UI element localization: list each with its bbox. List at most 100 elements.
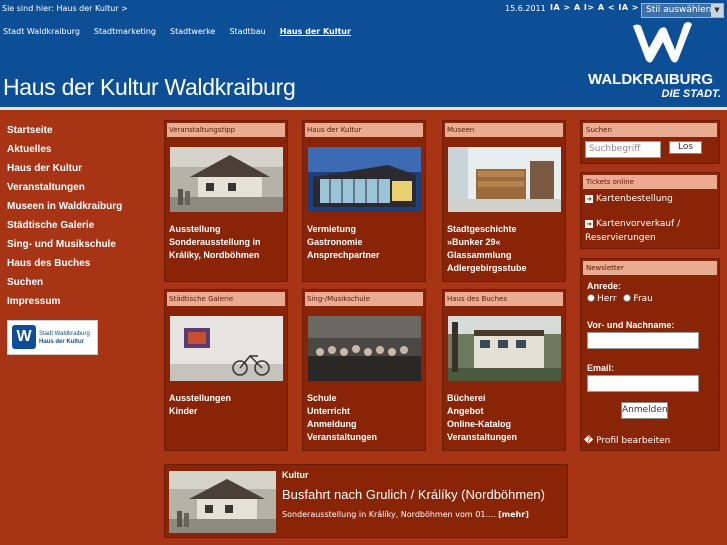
header-divider (0, 107, 727, 110)
tile-link[interactable]: Adlergebirgsstube (447, 262, 527, 275)
style-select[interactable]: Stil auswählen ▼ (641, 3, 724, 18)
search-button[interactable]: Los (669, 141, 702, 154)
choir-photo[interactable] (308, 316, 421, 381)
kartenvorverkauf-label: Kartenvorverkauf / (596, 219, 681, 229)
tile-header: Städtische Galerie (167, 292, 285, 306)
arrow-right-icon: ➜ (585, 195, 593, 203)
library-building-photo[interactable] (448, 316, 561, 381)
tile-link[interactable]: Veranstaltungen (447, 431, 517, 444)
sidebar-item-museen[interactable]: Museen in Waldkraiburg (7, 201, 157, 220)
news-more-link[interactable]: [mehr] (498, 510, 529, 519)
tile-link[interactable]: Unterricht (307, 405, 377, 418)
tile-link[interactable]: Ausstellung (169, 223, 261, 236)
news-excerpt-text: Sonderausstellung in Králíky, Nordböhmen… (282, 510, 496, 519)
tile-link[interactable]: Anmeldung (307, 418, 377, 431)
radio-frau-label: Frau (633, 294, 653, 304)
subscribe-button[interactable]: Anmelden (621, 402, 668, 419)
radio-herr[interactable] (587, 294, 595, 302)
tile-header: Museen (445, 123, 563, 137)
reservierungen-link[interactable]: Reservierungen (585, 232, 656, 245)
tile-haus-des-buches[interactable]: Haus des Buches Bücherei Angebot Online-… (442, 289, 566, 451)
tile-staedtische-galerie[interactable]: Städtische Galerie Ausstellungen Kinder (164, 289, 288, 451)
search-input[interactable]: Suchbegriff (585, 141, 661, 158)
tile-links: Stadtgeschichte »Bunker 29« Glassammlung… (447, 223, 527, 275)
logo-wordmark: WALDKRAIBURG (588, 71, 713, 88)
current-date: 15.6.2011 (505, 4, 546, 13)
tickets-box: Tickets online ➜ Kartenbestellung ➜ Karten… (580, 172, 720, 249)
sidebar-item-veranstaltungen[interactable]: Veranstaltungen (7, 182, 157, 201)
sidebar-item-aktuelles[interactable]: Aktuelles (7, 144, 157, 163)
tile-link[interactable]: Ansprechpartner (307, 249, 380, 262)
sidebar-nav: Startseite Aktuelles Haus der Kultur Ver… (7, 125, 157, 315)
sidebar-item-suchen[interactable]: Suchen (7, 277, 157, 296)
kartenbestellung-label: Kartenbestellung (596, 194, 673, 204)
tile-links: Ausstellungen Kinder (169, 392, 231, 418)
tile-links: Vermietung Gastronomie Ansprechpartner (307, 223, 380, 262)
news-farmhouse-photo[interactable] (169, 471, 276, 533)
haus-der-kultur-logo[interactable]: W Stadt Waldkraiburg Haus der Kultur (7, 320, 98, 355)
site-header: Sie sind hier: Haus der Kultur > 15.6.20… (0, 0, 727, 107)
search-header: Suchen (583, 123, 717, 137)
newsletter-header: Newsletter (583, 261, 717, 275)
tile-link[interactable]: Ausstellungen (169, 392, 231, 405)
tile-musikschule[interactable]: Sing-/Musikschule Schule Unterricht Anme… (302, 289, 426, 451)
newsletter-box: Newsletter Anrede: Herr Frau Vor- und Na… (580, 258, 720, 451)
news-category: Kultur (282, 470, 309, 480)
tile-link[interactable]: Králíky, Nordböhmen (169, 249, 261, 262)
sidebar-item-galerie[interactable]: Städtische Galerie (7, 220, 157, 239)
tile-link[interactable]: Stadtgeschichte (447, 223, 527, 236)
salutation-label: Anrede: (587, 281, 622, 291)
email-field[interactable] (587, 375, 699, 392)
kartenbestellung-link[interactable]: ➜ Kartenbestellung (585, 193, 673, 206)
tile-link[interactable]: Bücherei (447, 392, 517, 405)
topnav-stadtmarketing[interactable]: Stadtmarketing (94, 27, 156, 36)
tickets-header: Tickets online (583, 175, 717, 189)
side-logo-line1: Stadt Waldkraiburg (39, 331, 90, 337)
tile-link[interactable]: Angebot (447, 405, 517, 418)
news-title[interactable]: Busfahrt nach Grulich / Králíky (Nordböh… (282, 487, 545, 502)
kartenvorverkauf-link[interactable]: ➜ Kartenvorverkauf / (585, 218, 680, 231)
tile-links: Ausstellung Sonderausstellung in Králíky… (169, 223, 261, 262)
breadcrumb: Sie sind hier: Haus der Kultur > (2, 4, 128, 13)
tile-link[interactable]: »Bunker 29« (447, 236, 527, 249)
news-excerpt: Sonderausstellung in Králíky, Nordböhmen… (282, 510, 529, 519)
tile-link[interactable]: Sonderausstellung in (169, 236, 261, 249)
tile-links: Schule Unterricht Anmeldung Veranstaltun… (307, 392, 377, 444)
topnav-stadtwerke[interactable]: Stadtwerke (170, 27, 215, 36)
news-teaser[interactable]: Kultur Busfahrt nach Grulich / Králíky (… (164, 464, 568, 538)
topnav-stadt-waldkraiburg[interactable]: Stadt Waldkraiburg (3, 27, 80, 36)
radio-frau[interactable] (623, 294, 632, 302)
farmhouse-photo[interactable] (170, 147, 283, 212)
tile-header: Sing-/Musikschule (305, 292, 423, 306)
topnav-haus-der-kultur[interactable]: Haus der Kultur (280, 27, 351, 36)
tile-veranstaltungstipp[interactable]: Veranstaltungstipp Ausstellung Sonderaus… (164, 120, 288, 282)
tile-link[interactable]: Vermietung (307, 223, 380, 236)
font-size-switcher[interactable]: IA > A I> A < IA > A (550, 3, 649, 12)
tile-link[interactable]: Veranstaltungen (307, 431, 377, 444)
tile-link[interactable]: Schule (307, 392, 377, 405)
sidebar-item-musikschule[interactable]: Sing- und Musikschule (7, 239, 157, 258)
gallery-bicycle-photo[interactable] (170, 316, 283, 381)
sidebar-item-impressum[interactable]: Impressum (7, 296, 157, 315)
email-label: Email: (587, 363, 615, 373)
tile-link[interactable]: Gastronomie (307, 236, 380, 249)
side-logo-line2: Haus der Kultur (39, 339, 85, 345)
tile-museen[interactable]: Museen Stadtgeschichte »Bunker 29« Glass… (442, 120, 566, 282)
tile-link[interactable]: Online-Katalog (447, 418, 517, 431)
sidebar-item-startseite[interactable]: Startseite (7, 125, 157, 144)
salutation-options: Herr Frau (587, 293, 653, 306)
top-navigation: Stadt Waldkraiburg Stadtmarketing Stadtw… (3, 27, 365, 36)
building-night-photo[interactable] (308, 147, 421, 212)
tile-links: Bücherei Angebot Online-Katalog Veransta… (447, 392, 517, 444)
tile-header: Veranstaltungstipp (167, 123, 285, 137)
radio-herr-label: Herr (597, 294, 617, 304)
topnav-stadtbau[interactable]: Stadtbau (229, 27, 265, 36)
tile-haus-der-kultur[interactable]: Haus der Kultur Vermietung Gastronomie A… (302, 120, 426, 282)
museum-exhibit-photo[interactable] (448, 147, 561, 212)
profile-edit-link[interactable]: � Profil bearbeiten (584, 435, 670, 448)
sidebar-item-haus-des-buches[interactable]: Haus des Buches (7, 258, 157, 277)
name-field[interactable] (587, 332, 699, 349)
tile-link[interactable]: Glassammlung (447, 249, 527, 262)
sidebar-item-haus-der-kultur[interactable]: Haus der Kultur (7, 163, 157, 182)
tile-link[interactable]: Kinder (169, 405, 231, 418)
